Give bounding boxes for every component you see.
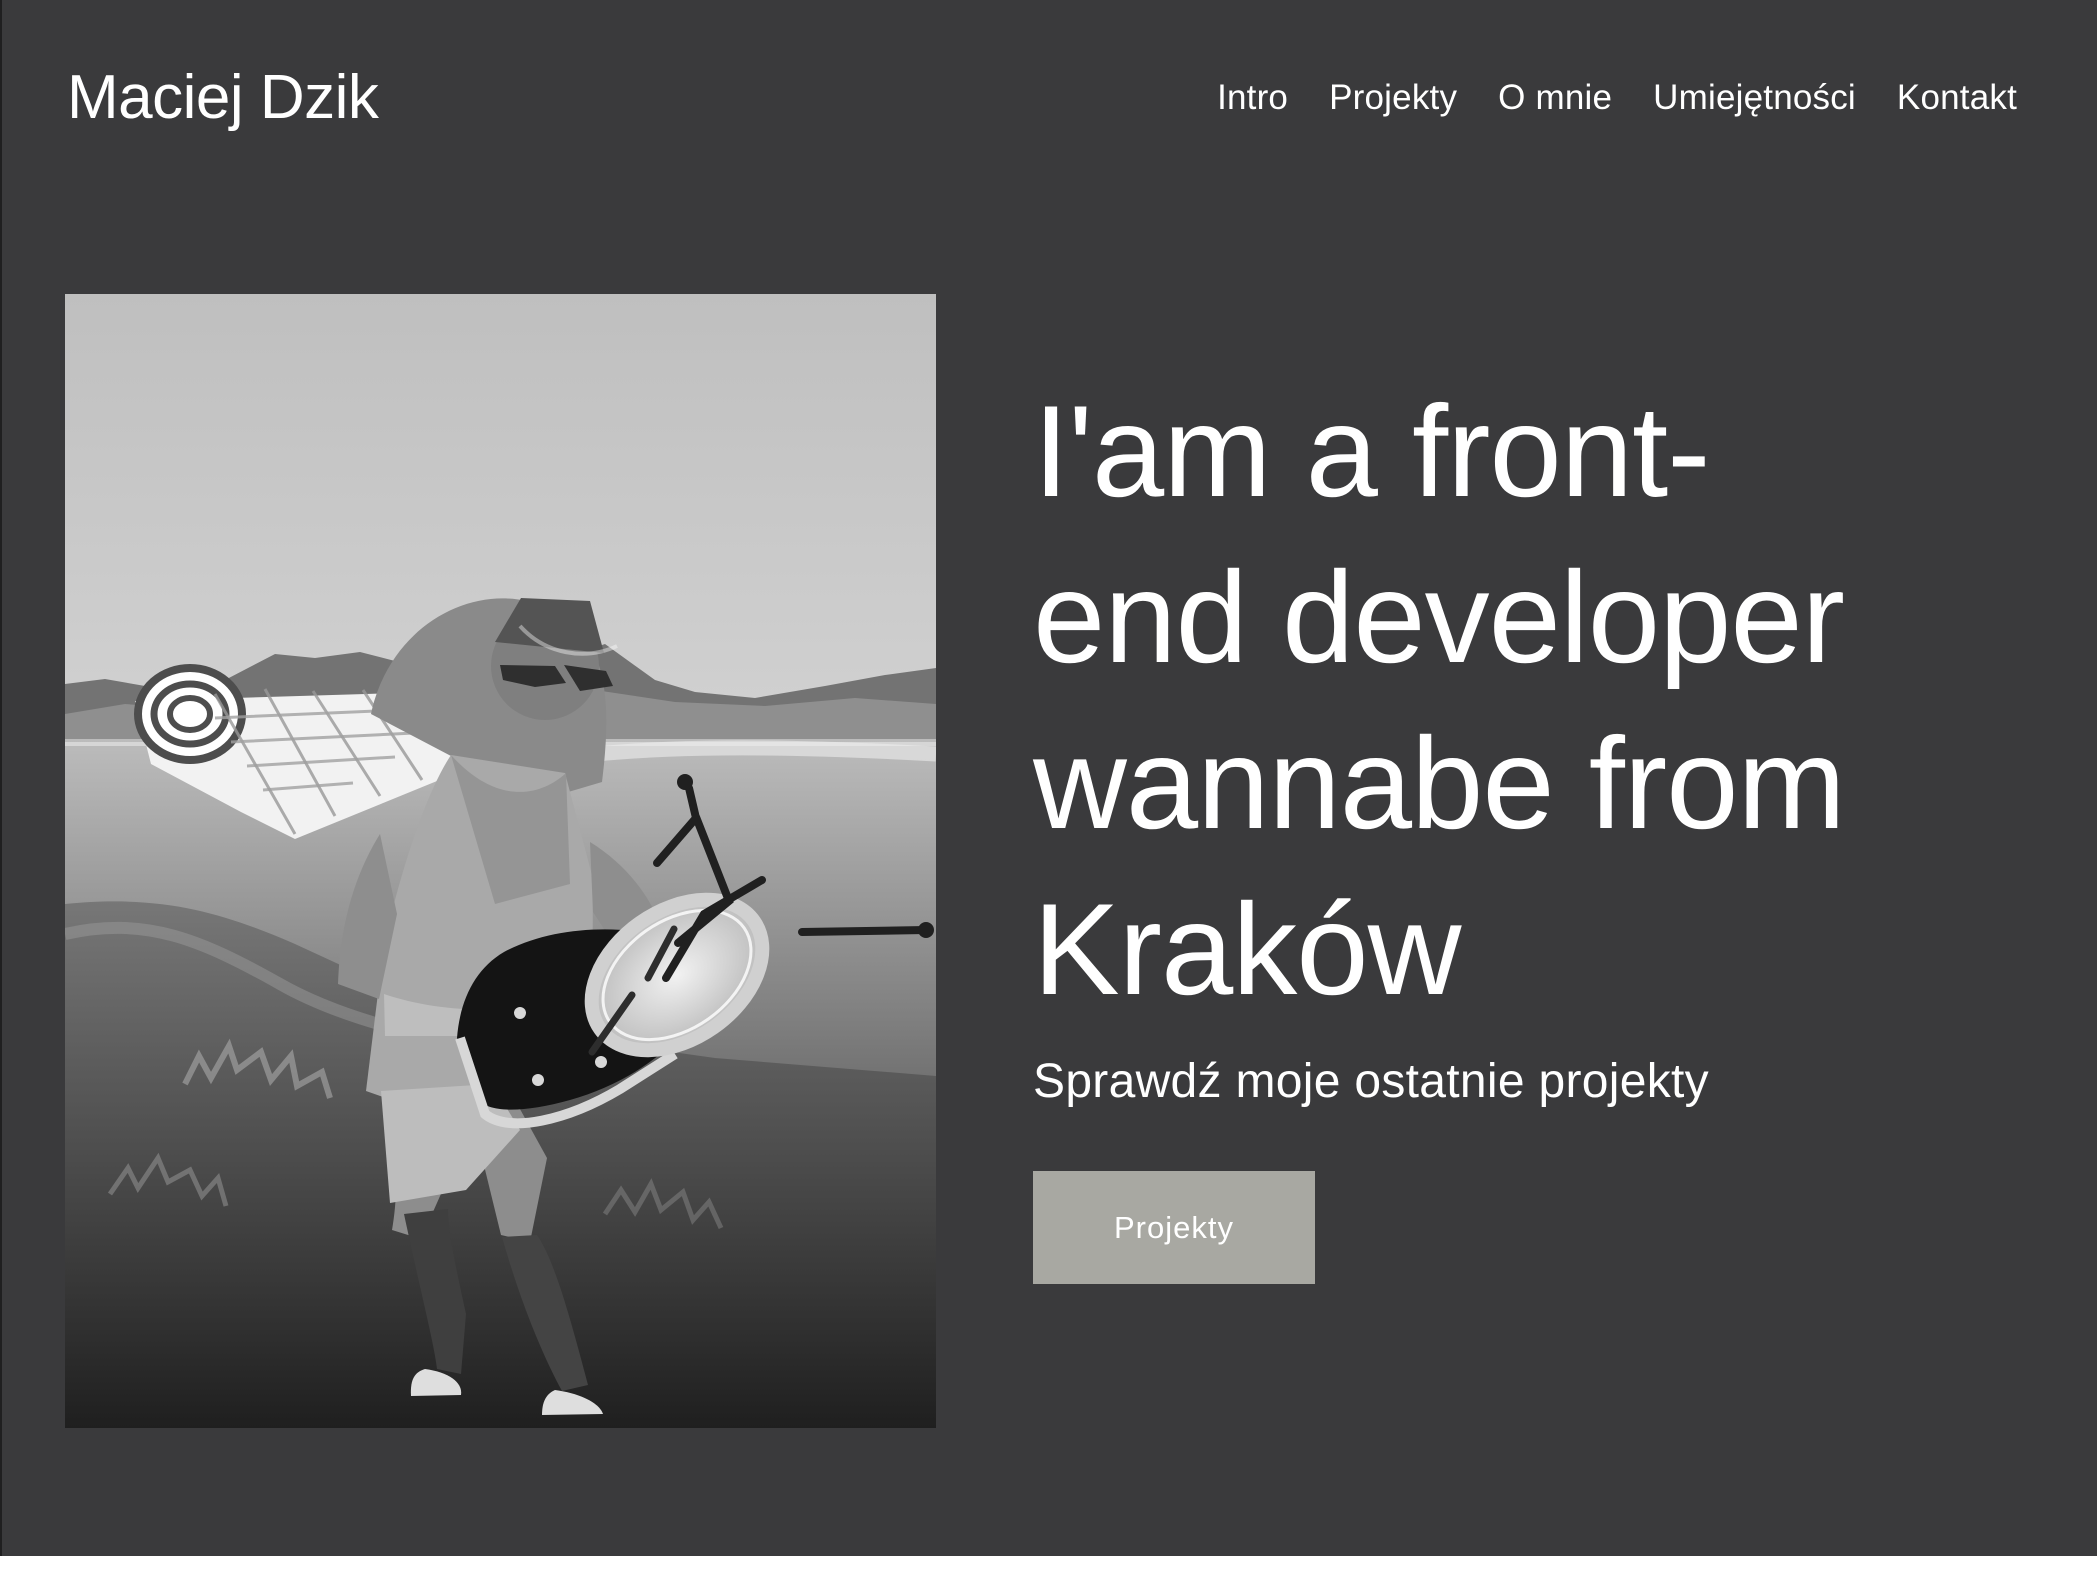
nav-item-kontakt: Kontakt <box>1897 78 2017 118</box>
portrait-illustration <box>65 294 936 1428</box>
nav-link-kontakt[interactable]: Kontakt <box>1897 78 2017 117</box>
nav-link-umiejetnosci[interactable]: Umiejętności <box>1653 78 1856 117</box>
site-brand[interactable]: Maciej Dzik <box>67 62 379 133</box>
nav-link-intro[interactable]: Intro <box>1217 78 1288 117</box>
portrait-photo <box>65 294 936 1428</box>
nav-item-o-mnie: O mnie <box>1498 78 1612 118</box>
nav-link-o-mnie[interactable]: O mnie <box>1498 78 1612 117</box>
nav-item-projekty: Projekty <box>1329 78 1457 118</box>
hero-headline: I'am a front-end developer wannabe from … <box>1033 378 1846 1022</box>
projects-button[interactable]: Projekty <box>1033 1171 1315 1284</box>
main-navigation: Intro Projekty O mnie Umiejętności Konta… <box>1217 78 2017 118</box>
hero-subline: Sprawdź moje ostatnie projekty <box>1033 1055 1709 1108</box>
nav-link-projekty[interactable]: Projekty <box>1329 78 1457 117</box>
nav-item-umiejetnosci: Umiejętności <box>1653 78 1856 118</box>
hero-page: Maciej Dzik Intro Projekty O mnie Umieję… <box>0 0 2097 1556</box>
footer-strip <box>0 1556 2097 1573</box>
nav-item-intro: Intro <box>1217 78 1288 118</box>
